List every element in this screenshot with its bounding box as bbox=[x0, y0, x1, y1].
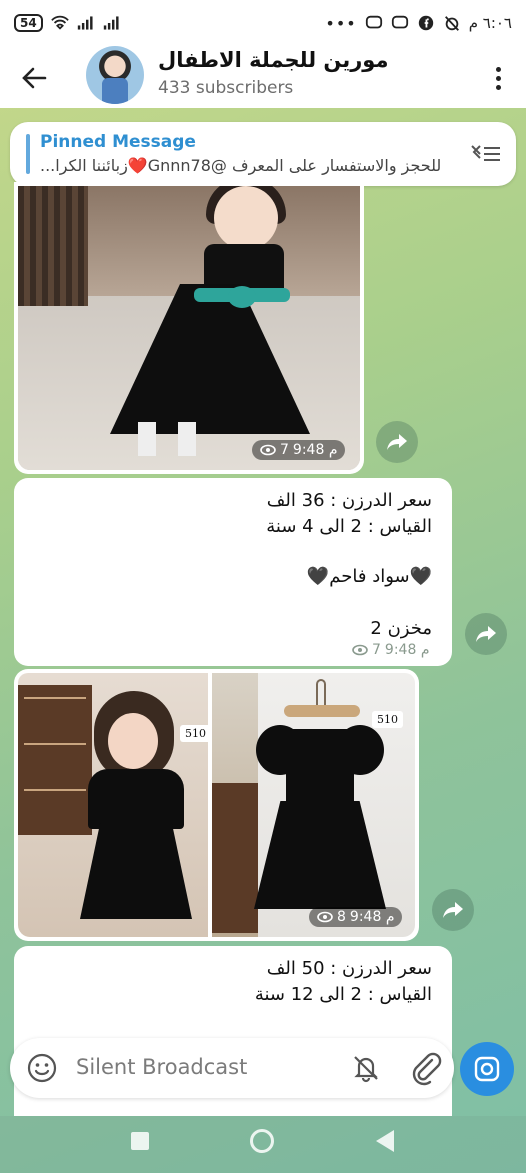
forward-button-1[interactable] bbox=[376, 421, 418, 463]
home-button[interactable] bbox=[250, 1129, 274, 1153]
photo-1-meta: 7 9:48 م bbox=[252, 440, 346, 460]
message-input-bar: Silent Broadcast bbox=[10, 1038, 454, 1098]
status-left-group: 54 bbox=[14, 14, 121, 32]
recents-button[interactable] bbox=[131, 1132, 149, 1150]
chat-app-2-icon bbox=[391, 15, 408, 29]
back-button[interactable] bbox=[14, 58, 54, 98]
views-eye-icon bbox=[317, 911, 333, 923]
subscriber-count: 433 subscribers bbox=[158, 78, 294, 98]
system-nav-bar bbox=[0, 1116, 526, 1173]
size-line: القياس : 2 الى 12 سنة bbox=[254, 984, 432, 1005]
facebook-icon bbox=[418, 15, 433, 31]
more-menu-button[interactable] bbox=[488, 60, 508, 96]
stock-line: مخزن 2 bbox=[370, 618, 432, 639]
album-photo-left[interactable]: 510 bbox=[18, 673, 208, 937]
share-arrow-icon bbox=[387, 434, 407, 450]
message-time: 9:48 م bbox=[292, 442, 338, 458]
channel-avatar[interactable] bbox=[86, 46, 144, 104]
pinned-indicator-bar bbox=[26, 134, 30, 174]
message-text-1[interactable]: سعر الدرزن : 36 الف القياس : 2 الى 4 سنة… bbox=[14, 478, 452, 666]
more-dots-icon: ••• bbox=[325, 13, 357, 33]
wifi-icon bbox=[50, 15, 69, 30]
camera-icon bbox=[474, 1056, 500, 1082]
bell-off-icon[interactable] bbox=[350, 1052, 382, 1084]
size-line: القياس : 2 الى 4 سنة bbox=[266, 516, 432, 537]
message-time: 9:48 م bbox=[349, 909, 395, 925]
camera-button[interactable] bbox=[460, 1042, 514, 1096]
views-eye-icon bbox=[352, 644, 368, 656]
status-right-group: ••• ٦:٠٦ م bbox=[325, 14, 512, 33]
channel-info[interactable]: مورين للجملة الاطفال 433 subscribers bbox=[158, 48, 388, 98]
battery-indicator: 54 bbox=[14, 14, 43, 32]
album-tag-right: 510 bbox=[372, 711, 403, 728]
views-count: 8 bbox=[337, 909, 346, 925]
forward-button-2[interactable] bbox=[465, 613, 507, 655]
product-photo-1[interactable] bbox=[18, 186, 360, 470]
pinned-label: Pinned Message bbox=[40, 132, 196, 152]
text-1-meta: 7 9:48 م bbox=[352, 642, 429, 658]
pinned-text: للحجز والاستفسار على المعرف @Gnnn78❤️زبا… bbox=[40, 156, 442, 175]
signal-2-icon bbox=[103, 16, 119, 30]
message-time: 9:48 م bbox=[384, 642, 430, 658]
message-input[interactable]: Silent Broadcast bbox=[76, 1055, 247, 1079]
views-count: 7 bbox=[372, 642, 381, 658]
share-arrow-icon bbox=[476, 626, 496, 642]
clock: ٦:٠٦ م bbox=[468, 14, 512, 32]
views-eye-icon bbox=[260, 444, 276, 456]
channel-header: مورين للجملة الاطفال 433 subscribers bbox=[0, 46, 526, 108]
price-line: سعر الدرزن : 50 الف bbox=[266, 958, 432, 979]
album-photo-right[interactable]: 510 bbox=[212, 673, 415, 937]
paperclip-icon[interactable] bbox=[408, 1050, 442, 1086]
status-bar: 54 ••• ٦:٠٦ م bbox=[0, 0, 526, 46]
chat-app-icon bbox=[365, 15, 382, 29]
color-line: 🖤سواد فاحم🖤 bbox=[306, 566, 432, 587]
alarm-off-icon bbox=[444, 16, 459, 31]
views-count: 7 bbox=[280, 442, 289, 458]
arrow-left-icon bbox=[22, 67, 47, 89]
pinned-message[interactable]: Pinned Message للحجز والاستفسار على المع… bbox=[10, 122, 516, 186]
share-arrow-icon bbox=[443, 902, 463, 918]
pinned-list-icon[interactable] bbox=[468, 140, 502, 166]
album-tag-left: 510 bbox=[180, 725, 208, 742]
album-meta: 8 9:48 م bbox=[309, 907, 403, 927]
price-line: سعر الدرزن : 36 الف bbox=[266, 490, 432, 511]
emoji-icon[interactable] bbox=[26, 1052, 58, 1084]
channel-title: مورين للجملة الاطفال bbox=[158, 48, 389, 72]
forward-button-3[interactable] bbox=[432, 889, 474, 931]
signal-icon bbox=[77, 16, 93, 30]
back-nav-button[interactable] bbox=[376, 1130, 394, 1152]
